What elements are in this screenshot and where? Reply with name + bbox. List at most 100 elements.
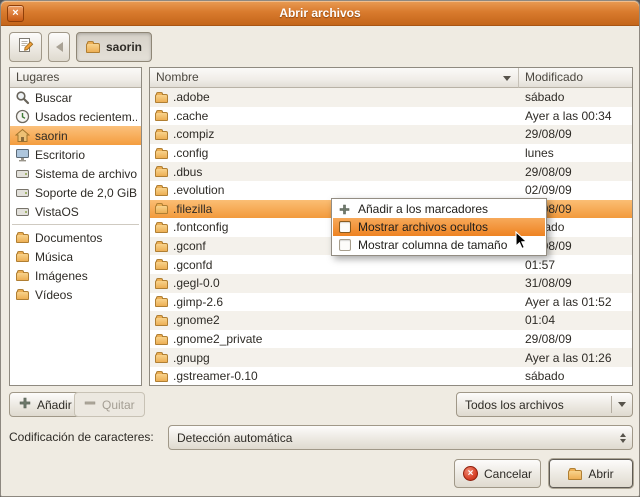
file-row[interactable]: .cacheAyer a las 00:34 [150, 107, 632, 126]
file-name: .evolution [173, 183, 224, 197]
place-item-media[interactable]: Soporte de 2,0 GiB [10, 183, 141, 202]
folder-icon [155, 187, 168, 196]
encoding-label: Codificación de caracteres: [9, 430, 154, 444]
file-row[interactable]: .adobesábado [150, 88, 632, 107]
column-header-name[interactable]: Nombre [150, 68, 519, 88]
cancel-button[interactable]: × Cancelar [454, 459, 541, 488]
close-icon: × [12, 7, 18, 19]
place-item-filesystem[interactable]: Sistema de archivos [10, 164, 141, 183]
file-row[interactable]: .gstreamer-0.10sábado [150, 367, 632, 386]
folder-icon [14, 268, 30, 284]
folder-icon [155, 354, 168, 363]
path-button-home[interactable]: saorin [76, 32, 152, 62]
place-label: Música [35, 250, 73, 264]
file-modified: 31/08/09 [519, 276, 632, 290]
combo-divider [611, 396, 612, 413]
edit-location-icon [17, 37, 34, 57]
file-row[interactable]: .gnome201:04 [150, 311, 632, 330]
place-item-recent[interactable]: Usados recientem... [10, 107, 141, 126]
mouse-cursor [515, 231, 528, 253]
chevron-down-icon [618, 402, 626, 407]
place-label: Usados recientem... [35, 110, 137, 124]
close-button[interactable]: × [7, 5, 24, 22]
file-row[interactable]: .compiz29/08/09 [150, 125, 632, 144]
path-scroll-left-button[interactable] [48, 32, 70, 62]
encoding-combobox[interactable]: Detección automática [168, 425, 633, 450]
folder-icon [155, 150, 168, 159]
menu-item-show-size-column[interactable]: Mostrar columna de tamaño [333, 236, 545, 254]
desktop-icon [14, 147, 30, 163]
file-row[interactable]: .configlunes [150, 144, 632, 163]
plus-icon [19, 397, 31, 412]
folder-icon [86, 43, 100, 53]
file-name: .fontconfig [173, 220, 228, 234]
file-row[interactable]: .gnupgAyer a las 01:26 [150, 348, 632, 367]
place-item-vistaos[interactable]: VistaOS [10, 202, 141, 221]
place-label: Escritorio [35, 148, 85, 162]
folder-icon [155, 112, 168, 121]
cancel-label: Cancelar [484, 467, 532, 481]
file-modified: 29/08/09 [519, 165, 632, 179]
file-modified: 02/09/09 [519, 183, 632, 197]
folder-icon [155, 261, 168, 270]
encoding-value: Detección automática [177, 431, 620, 445]
menu-item-label: Mostrar columna de tamaño [358, 238, 507, 252]
file-modified: Ayer a las 01:52 [519, 295, 632, 309]
file-name: .filezilla [173, 202, 212, 216]
file-name: .config [173, 146, 208, 160]
file-filter-combobox[interactable]: Todos los archivos [456, 392, 633, 417]
file-row[interactable]: .gnome2_private29/08/09 [150, 330, 632, 349]
type-filename-button[interactable] [9, 32, 42, 62]
place-item-documents[interactable]: Documentos [10, 228, 141, 247]
folder-icon [14, 287, 30, 303]
drive-icon [14, 185, 30, 201]
file-row[interactable]: .gconfd01:57 [150, 255, 632, 274]
add-bookmark-button[interactable]: Añadir [9, 392, 82, 417]
checkbox-icon [338, 239, 351, 251]
folder-icon [155, 131, 168, 140]
search-icon [14, 90, 30, 106]
folder-icon [155, 317, 168, 326]
place-label: VistaOS [35, 205, 79, 219]
place-item-pictures[interactable]: Imágenes [10, 266, 141, 285]
folder-icon [155, 168, 168, 177]
file-row[interactable]: .evolution 02/09/09 [150, 181, 632, 200]
place-item-search[interactable]: Buscar [10, 88, 141, 107]
titlebar[interactable]: × Abrir archivos [1, 1, 639, 26]
place-label: Soporte de 2,0 GiB [35, 186, 137, 200]
place-item-videos[interactable]: Vídeos [10, 285, 141, 304]
place-item-music[interactable]: Música [10, 247, 141, 266]
open-button[interactable]: Abrir [549, 459, 633, 488]
folder-icon [155, 298, 168, 307]
column-header-modified[interactable]: Modificado [519, 68, 632, 88]
remove-bookmark-button[interactable]: Quitar [74, 392, 145, 417]
folder-icon [14, 230, 30, 246]
cancel-icon: × [463, 466, 478, 481]
file-name: .gegl-0.0 [173, 276, 220, 290]
folder-icon [14, 249, 30, 265]
menu-item-label: Añadir a los marcadores [358, 202, 488, 216]
menu-item-add-bookmark[interactable]: Añadir a los marcadores [333, 200, 545, 218]
folder-icon [155, 243, 168, 252]
places-header[interactable]: Lugares [10, 68, 141, 88]
file-name: .gnome2 [173, 313, 220, 327]
file-filter-value: Todos los archivos [465, 398, 607, 412]
recent-icon [14, 109, 30, 125]
file-modified: sábado [519, 90, 632, 104]
updown-arrows-icon [620, 433, 626, 443]
place-label: Imágenes [35, 269, 88, 283]
places-panel: Lugares Buscar Usados recientem... saori… [9, 67, 142, 386]
place-label: saorin [35, 129, 68, 143]
file-row[interactable]: .dbus 29/08/09 [150, 162, 632, 181]
file-row[interactable]: .gimp-2.6Ayer a las 01:52 [150, 293, 632, 312]
place-item-desktop[interactable]: Escritorio [10, 145, 141, 164]
file-modified: 29/08/09 [519, 127, 632, 141]
menu-item-label: Mostrar archivos ocultos [358, 220, 488, 234]
place-item-home[interactable]: saorin [10, 126, 141, 145]
add-bookmark-label: Añadir [37, 398, 72, 412]
file-modified: 29/08/09 [519, 332, 632, 346]
file-row[interactable]: .gegl-0.0 31/08/09 [150, 274, 632, 293]
menu-item-show-hidden[interactable]: Mostrar archivos ocultos [333, 218, 545, 236]
places-separator [12, 224, 139, 225]
file-name: .dbus [173, 165, 202, 179]
